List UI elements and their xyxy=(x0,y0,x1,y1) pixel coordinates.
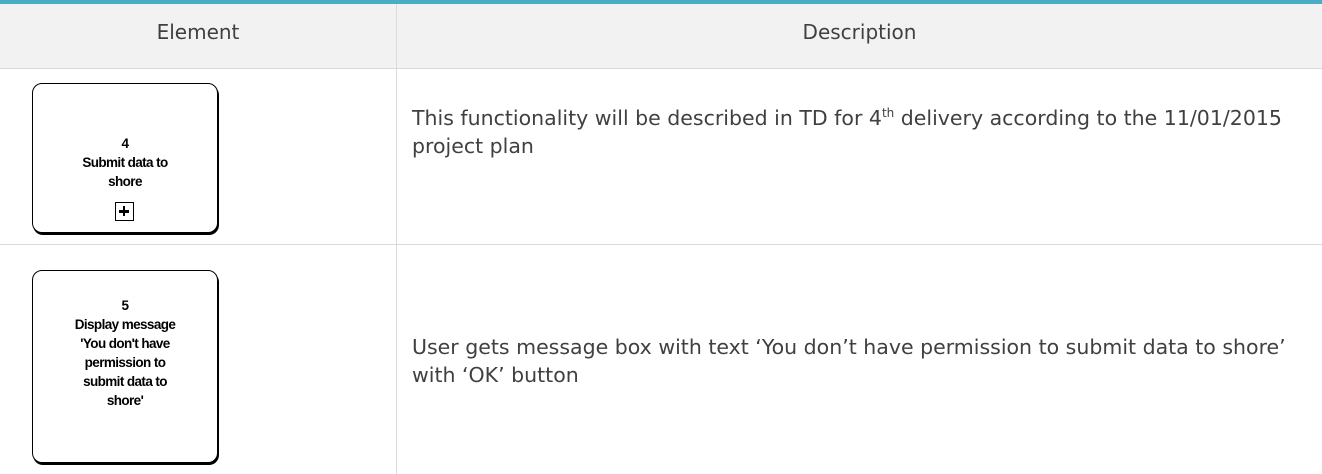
task-label-line: 5 xyxy=(121,298,130,313)
task-label-line: submit data to xyxy=(83,374,167,389)
subprocess-label-line: Submit data to xyxy=(82,155,168,170)
column-divider xyxy=(396,4,397,474)
column-header-description: Description xyxy=(802,20,917,44)
collapsed-subprocess-plus-icon xyxy=(115,202,134,221)
task-label-line: permission to xyxy=(84,355,166,370)
task-label: 5 Display message 'You don't have permis… xyxy=(33,296,217,410)
ordinal-suffix: th xyxy=(881,106,895,121)
row-description: This functionality will be described in … xyxy=(412,104,1302,160)
subprocess-label-line: shore xyxy=(108,174,142,189)
table-row: 4 Submit data to shore This functionalit… xyxy=(0,69,1322,245)
subprocess-label-line: 4 xyxy=(121,136,130,151)
column-header-element: Element xyxy=(156,20,240,44)
task-label-line: shore' xyxy=(106,393,144,408)
element-description-table: Element Description 4 Submit data to sho… xyxy=(0,0,1322,474)
description-text: This functionality will be described in … xyxy=(412,106,882,130)
task-label-line: 'You don't have xyxy=(80,336,170,351)
table-header-row: Element Description xyxy=(0,4,1322,69)
subprocess-label: 4 Submit data to shore xyxy=(33,134,217,191)
row-description: User gets message box with text ‘You don… xyxy=(412,335,1286,387)
subprocess-shape-submit-data: 4 Submit data to shore xyxy=(32,83,218,233)
task-shape-display-message: 5 Display message 'You don't have permis… xyxy=(32,270,218,463)
table-row: 5 Display message 'You don't have permis… xyxy=(0,245,1322,474)
task-label-line: Display message xyxy=(74,317,176,332)
